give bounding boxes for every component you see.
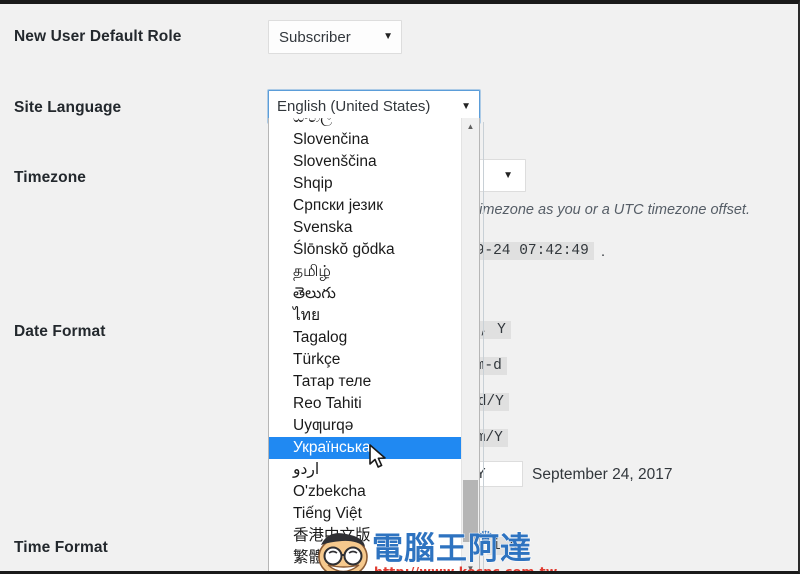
list-item[interactable]: Tiếng Việt [269,503,464,525]
list-item[interactable]: Tagalog [269,327,464,349]
new-user-default-role-select[interactable]: Subscriber ▼ [268,20,402,54]
list-item[interactable]: తెలుగు [269,283,464,305]
label-site-language: Site Language [14,99,122,116]
label-time-format: Time Format [14,539,108,556]
list-item[interactable]: O'zbekcha [269,481,464,503]
chevron-down-icon: ▼ [503,169,513,181]
site-language-option-list: සිංහල SlovenčinaSlovenščinaShqipСрпски ј… [269,118,464,569]
listbox-scrollbar[interactable]: ▲ ▼ [461,118,479,571]
label-date-format: Date Format [14,323,106,340]
list-item[interactable]: Uyƣurqə [269,415,464,437]
site-language-value: English (United States) [277,98,431,115]
list-item[interactable]: Reo Tahiti [269,393,464,415]
list-item[interactable]: Українська [269,437,462,459]
timezone-time-suffix: . [601,244,606,260]
label-new-user-default-role: New User Default Role [14,28,182,45]
chevron-down-icon: ▼ [461,100,471,112]
list-item[interactable]: Slovenčina [269,129,464,151]
list-item[interactable]: اردو [269,459,464,481]
content-divider [483,122,484,571]
label-timezone: Timezone [14,169,87,186]
list-item[interactable]: Türkçe [269,349,464,371]
list-item[interactable]: 繁體中文 [269,547,464,569]
site-language-listbox[interactable]: සිංහල SlovenčinaSlovenščinaShqipСрпски ј… [268,118,480,571]
list-item[interactable]: Shqip [269,173,464,195]
scrollbar-thumb[interactable] [463,480,478,542]
chevron-down-icon: ▼ [383,31,393,42]
date-format-custom-preview: September 24, 2017 [532,466,673,483]
list-item[interactable]: 香港中文版 [269,525,464,547]
triangle-down-icon[interactable]: ▼ [462,560,479,571]
timezone-description: ne timezone as you or a UTC timezone off… [455,202,750,218]
triangle-up-icon[interactable]: ▲ [462,118,479,135]
list-item[interactable]: Ślōnskŏ gŏdka [269,239,464,261]
list-item[interactable]: Slovenščina [269,151,464,173]
list-item[interactable]: தமிழ் [269,261,464,283]
timezone-select[interactable]: ▼ [474,159,526,192]
timezone-current-time: 09-24 07:42:49 [462,242,594,260]
list-item[interactable]: Српски језик [269,195,464,217]
list-item[interactable]: Татар теле [269,371,464,393]
new-user-default-role-value: Subscriber [279,28,351,46]
time-format-option[interactable]: i a [487,537,524,555]
wordpress-general-settings-screen: New User Default Role Site Language Time… [0,0,800,574]
list-item-clipped[interactable]: සිංහල [269,118,464,129]
list-item[interactable]: Svenska [269,217,464,239]
list-item[interactable]: ไทย [269,305,464,327]
